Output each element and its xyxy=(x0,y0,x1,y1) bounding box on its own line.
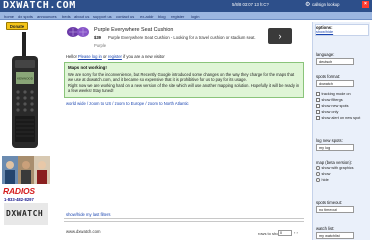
new-spots-select[interactable]: my log xyxy=(316,144,354,151)
maps-notice-para-2: Right now we are working hard on a new v… xyxy=(68,83,300,93)
checkbox-new-spots[interactable]: show new spots xyxy=(316,104,349,108)
maps-notice-para-1: We are sorry for the inconvenience, but … xyxy=(68,71,295,82)
divider xyxy=(64,218,304,222)
watch-list-label: watch list: xyxy=(316,226,335,231)
show-filters-link[interactable]: show/hide my last filters xyxy=(66,212,110,217)
svg-text:KENWOOD: KENWOOD xyxy=(17,77,34,81)
checkbox-show-only[interactable]: show only xyxy=(316,110,338,114)
ad-banner[interactable]: Purple Everywhere Seat Cushion $39 Purpl… xyxy=(60,24,296,52)
timeout-label: spots timeout: xyxy=(316,200,343,205)
main-nav: home dx spots announces beds about us su… xyxy=(0,12,372,20)
radios-ad[interactable]: RADIOS 1-833-482-8297 DXWATCH xyxy=(2,186,50,234)
watch-list-select[interactable]: my watchlist xyxy=(316,232,354,239)
hello-suffix: if you are a new visitor xyxy=(123,54,165,59)
radio-label: hide xyxy=(321,178,329,182)
radio-graphics[interactable]: show with graphics xyxy=(316,166,354,170)
ad-description: Purple Everywhere Seat Cushion - Looking… xyxy=(108,35,256,40)
hello-or: or xyxy=(103,54,107,59)
language-select[interactable]: deutsch xyxy=(316,58,354,65)
clock-readout: 5/8/8 03:07 13 h:C? xyxy=(232,2,269,7)
pager-arrows[interactable]: ‹ › xyxy=(294,230,298,235)
nav-ex-addr[interactable]: ex-addr xyxy=(140,14,154,19)
nav-support-us[interactable]: support us xyxy=(93,14,112,19)
checkbox-alert[interactable]: show alert on new spot xyxy=(316,116,360,120)
radio-hide[interactable]: hide xyxy=(316,178,329,182)
radio-label: show xyxy=(321,172,331,176)
options-toggle-link[interactable]: show/hide xyxy=(316,30,333,34)
site-header: DXWATCH.COM 5/8/8 03:07 13 h:C? ⚙ callsi… xyxy=(0,0,372,12)
gear-icon[interactable]: ⚙ xyxy=(305,2,310,8)
site-logo[interactable]: DXWATCH.COM xyxy=(3,0,76,12)
map-label: map (beta version): xyxy=(316,160,353,165)
site-url: www.dxwatch.com xyxy=(66,229,101,234)
nav-login[interactable]: login xyxy=(191,14,199,19)
nav-about-us[interactable]: about us xyxy=(74,14,89,19)
people-ad-image[interactable] xyxy=(2,156,50,184)
checkbox-label: show filtergs xyxy=(321,98,343,102)
checkbox-label: show only xyxy=(321,110,339,114)
nav-home[interactable]: home xyxy=(4,14,14,19)
chevron-right-icon[interactable]: › xyxy=(268,28,292,44)
checkbox-label: show alert on new spot xyxy=(321,116,361,120)
spots-format-label: spots format: xyxy=(316,74,341,79)
maps-notice-heading: Maps not working! xyxy=(68,65,107,70)
radio-ad-image[interactable]: KENWOOD xyxy=(2,32,48,152)
options-panel: options: show/hide language: deutsch spo… xyxy=(312,22,370,240)
radios-ad-logo-text: DXWATCH xyxy=(6,209,44,218)
hello-prefix: Hello! xyxy=(66,54,77,59)
checkbox-label: tracking mode on xyxy=(321,92,351,96)
close-icon[interactable]: × xyxy=(362,1,369,8)
nav-contact-us[interactable]: contact us xyxy=(116,14,134,19)
nav-beds[interactable]: beds xyxy=(62,14,71,19)
spots-format-select[interactable]: dxwatch xyxy=(316,80,354,87)
nav-dx-spots[interactable]: dx spots xyxy=(18,14,33,19)
timeout-select[interactable]: no timeout xyxy=(316,206,354,213)
radios-ad-phone: 1-833-482-8297 xyxy=(4,197,34,202)
radios-ad-logo: DXWATCH xyxy=(4,203,48,225)
radio-label: show with graphics xyxy=(321,166,354,170)
maps-notice: Maps not working! We are sorry for the i… xyxy=(64,62,304,98)
ad-price: $39 xyxy=(94,35,101,40)
nav-blog[interactable]: blog xyxy=(158,14,166,19)
checkbox-label: show new spots xyxy=(321,104,349,108)
radios-ad-title: RADIOS xyxy=(3,186,35,196)
ad-title[interactable]: Purple Everywhere Seat Cushion xyxy=(94,27,173,33)
seat-cushion-image xyxy=(67,27,89,37)
login-link[interactable]: Please log in xyxy=(78,54,102,59)
new-spots-label: log new spots: xyxy=(316,138,343,143)
donate-button[interactable]: Donate xyxy=(6,22,28,30)
ad-link[interactable]: Purple xyxy=(94,43,106,48)
rows-select[interactable]: 0 xyxy=(278,230,292,236)
language-label: language: xyxy=(316,52,335,57)
checkbox-tracking[interactable]: tracking mode on xyxy=(316,92,351,96)
checkbox-filtergs[interactable]: show filtergs xyxy=(316,98,343,102)
nav-register[interactable]: register xyxy=(171,14,184,19)
hello-line: Hello! Please log in or register if you … xyxy=(66,54,165,59)
nav-announces[interactable]: announces xyxy=(37,14,57,19)
radio-show[interactable]: show xyxy=(316,172,330,176)
register-link[interactable]: register xyxy=(108,54,122,59)
callsign-lookup-link[interactable]: callsign lookup xyxy=(312,2,339,7)
map-area[interactable] xyxy=(64,106,304,210)
